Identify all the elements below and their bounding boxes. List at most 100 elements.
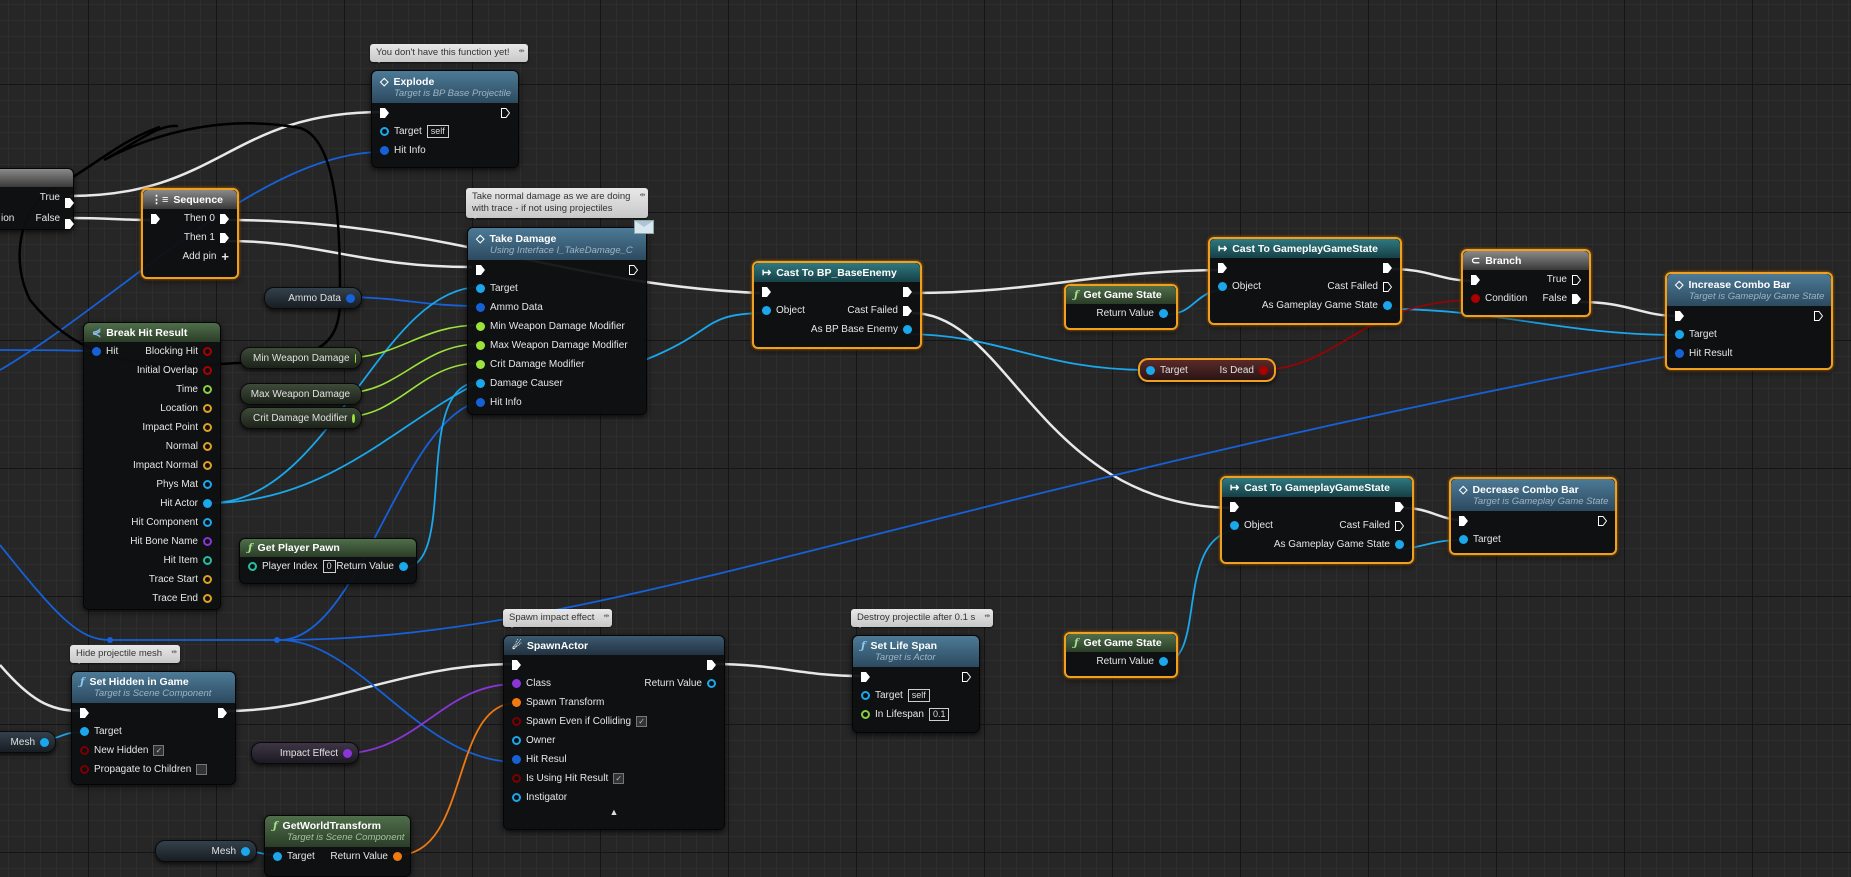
location-pin[interactable]: Location — [160, 403, 212, 414]
exec-in-pin[interactable] — [151, 214, 160, 224]
exec-out-pin[interactable] — [218, 708, 227, 718]
pin-comment-icon[interactable]: ⇹ — [171, 647, 177, 659]
target-default-value[interactable]: self — [908, 689, 930, 702]
instigator-pin[interactable]: Instigator — [512, 792, 567, 803]
is-dead-node[interactable]: Target Is Dead — [1138, 358, 1276, 382]
decrease-combo-bar-node[interactable]: ◇Decrease Combo BarTarget is Gameplay Ga… — [1449, 477, 1617, 555]
trace-start-pin[interactable]: Trace Start — [149, 574, 212, 585]
cast-to-bp-base-enemy-node[interactable]: ↦Cast To BP_BaseEnemy ObjectCast Failed … — [752, 261, 922, 349]
target-pin[interactable]: Target — [80, 726, 122, 737]
comment-bubble[interactable]: Take normal damage as we are doingwith t… — [466, 188, 648, 218]
as-bp-base-enemy-pin[interactable]: As BP Base Enemy — [811, 324, 912, 335]
comment-bubble[interactable]: Spawn impact effect⇹ — [503, 609, 612, 627]
ammo-data-variable[interactable]: Ammo Data — [264, 287, 362, 309]
false-pin[interactable]: False — [36, 213, 65, 224]
get-player-pawn-node[interactable]: ƒGet Player Pawn Player Index0Return Val… — [239, 538, 417, 584]
class-pin-icon[interactable] — [343, 749, 352, 758]
exec-out-pin[interactable] — [1395, 502, 1404, 512]
target-pin[interactable]: Targetself — [861, 689, 930, 702]
ammo-data-pin[interactable]: Ammo Data — [476, 302, 543, 313]
object-pin[interactable]: Object — [762, 305, 805, 316]
exec-out-pin[interactable] — [962, 672, 971, 682]
increase-combo-bar-node[interactable]: ◇Increase Combo BarTarget is Gameplay Ga… — [1665, 272, 1833, 370]
damage-causer-pin[interactable]: Damage Causer — [476, 378, 563, 389]
hit-input-pin[interactable]: Hit — [92, 346, 118, 357]
sequence-node[interactable]: ⋮≡Sequence Then 0 Then 1 Add pin+ — [141, 188, 239, 279]
collapse-advanced-icon[interactable]: ▲ — [504, 807, 724, 817]
true-pin[interactable]: True — [40, 192, 65, 203]
mesh-variable-2[interactable]: Mesh — [155, 840, 257, 862]
struct-pin-icon[interactable] — [346, 294, 355, 303]
cast-failed-pin[interactable]: Cast Failed — [1339, 520, 1404, 531]
break-hit-result-node[interactable]: ⋞Break Hit Result HitBlocking Hit Initia… — [83, 322, 221, 610]
exec-out-pin[interactable] — [1383, 263, 1392, 273]
exec-in-pin[interactable] — [476, 265, 485, 275]
comment-bubble[interactable]: Destroy projectile after 0.1 s⇹ — [851, 609, 993, 627]
player-index-input[interactable]: 0 — [323, 560, 336, 573]
return-value-pin[interactable]: Return Value — [1096, 308, 1168, 319]
return-value-pin[interactable]: Return Value — [1096, 656, 1168, 667]
exec-in-pin[interactable] — [80, 708, 89, 718]
target-default-value[interactable]: self — [427, 125, 449, 138]
lifespan-input[interactable]: 0.1 — [929, 708, 950, 721]
as-gameplay-game-state-pin[interactable]: As Gameplay Game State — [1274, 539, 1404, 550]
max-weapon-damage-modifier-pin[interactable]: Max Weapon Damage Modifier — [476, 340, 628, 351]
crit-damage-modifier-pin[interactable]: Crit Damage Modifier — [476, 359, 584, 370]
exec-out-pin[interactable] — [501, 108, 510, 118]
condition-pin[interactable]: Condition — [1471, 293, 1527, 304]
return-value-pin[interactable]: Return Value — [644, 678, 716, 689]
hit-info-pin[interactable]: Hit Info — [476, 397, 522, 408]
is-using-hit-result-pin[interactable]: Is Using Hit Result✓ — [512, 773, 624, 784]
pin-comment-icon[interactable]: ⇹ — [640, 190, 646, 202]
impact-point-pin[interactable]: Impact Point — [142, 422, 212, 433]
spawn-transform-pin[interactable]: Spawn Transform — [512, 697, 604, 708]
get-world-transform-node[interactable]: ƒGetWorldTransformTarget is Scene Compon… — [264, 815, 411, 877]
exec-out-pin[interactable] — [629, 265, 638, 275]
hit-resul-pin[interactable]: Hit Resul — [512, 754, 567, 765]
trace-end-pin[interactable]: Trace End — [152, 593, 212, 604]
return-value-pin[interactable]: Return Value — [330, 851, 402, 862]
object-pin[interactable]: Object — [1218, 281, 1261, 292]
branch-node-partial[interactable]: True ionFalse — [0, 168, 74, 230]
exec-in-pin[interactable] — [1230, 502, 1239, 512]
float-pin-icon[interactable] — [352, 414, 355, 423]
pin-comment-icon[interactable]: ⇹ — [984, 611, 990, 623]
object-pin-icon[interactable] — [241, 847, 250, 856]
as-gameplay-game-state-pin[interactable]: As Gameplay Game State — [1262, 300, 1392, 311]
hit-result-pin[interactable]: Hit Result — [1675, 348, 1732, 359]
cast-failed-pin[interactable]: Cast Failed — [847, 305, 912, 316]
exec-out-pin[interactable] — [1814, 311, 1823, 321]
min-weapon-damage-variable[interactable]: Min Weapon Damage — [240, 347, 362, 369]
is-using-checkbox[interactable]: ✓ — [613, 773, 624, 784]
then1-pin[interactable]: Then 1 — [184, 232, 229, 243]
then0-pin[interactable]: Then 0 — [184, 213, 229, 224]
target-pin[interactable]: Target — [1675, 329, 1717, 340]
exec-in-pin[interactable] — [861, 672, 870, 682]
get-game-state-node-2[interactable]: ƒGet Game State Return Value — [1064, 632, 1178, 678]
comment-bubble[interactable]: Hide projectile mesh⇹ — [70, 645, 180, 663]
in-lifespan-pin[interactable]: In Lifespan0.1 — [861, 708, 949, 721]
target-pin[interactable]: Targetself — [380, 125, 449, 138]
blocking-hit-pin[interactable]: Blocking Hit — [145, 346, 212, 357]
return-value-pin[interactable]: Return Value — [336, 561, 408, 572]
explode-node[interactable]: ◇ExplodeTarget is BP Base Projectile Tar… — [371, 70, 519, 168]
is-dead-pin[interactable]: Is Dead — [1220, 365, 1268, 376]
hit-bone-name-pin[interactable]: Hit Bone Name — [130, 536, 212, 547]
branch-node[interactable]: ⊂Branch True ConditionFalse — [1461, 249, 1591, 317]
cast-to-gameplay-game-state-node[interactable]: ↦Cast To GameplayGameState ObjectCast Fa… — [1208, 237, 1402, 325]
exec-out-pin[interactable] — [903, 287, 912, 297]
spawn-even-if-colliding-pin[interactable]: Spawn Even if Colliding✓ — [512, 716, 647, 727]
initial-overlap-pin[interactable]: Initial Overlap — [137, 365, 212, 376]
cast-failed-pin[interactable]: Cast Failed — [1327, 281, 1392, 292]
exec-out-pin[interactable] — [707, 660, 716, 670]
exec-in-pin[interactable] — [762, 287, 771, 297]
min-weapon-damage-modifier-pin[interactable]: Min Weapon Damage Modifier — [476, 321, 625, 332]
new-hidden-pin[interactable]: New Hidden✓ — [80, 745, 164, 756]
exec-in-pin[interactable] — [512, 660, 521, 670]
exec-out-pin[interactable] — [1598, 516, 1607, 526]
class-pin[interactable]: Class — [512, 678, 551, 689]
mesh-variable[interactable]: Mesh — [0, 731, 56, 753]
crit-damage-modifier-variable[interactable]: Crit Damage Modifier — [240, 407, 362, 429]
hit-component-pin[interactable]: Hit Component — [131, 517, 212, 528]
new-hidden-checkbox[interactable]: ✓ — [153, 745, 164, 756]
